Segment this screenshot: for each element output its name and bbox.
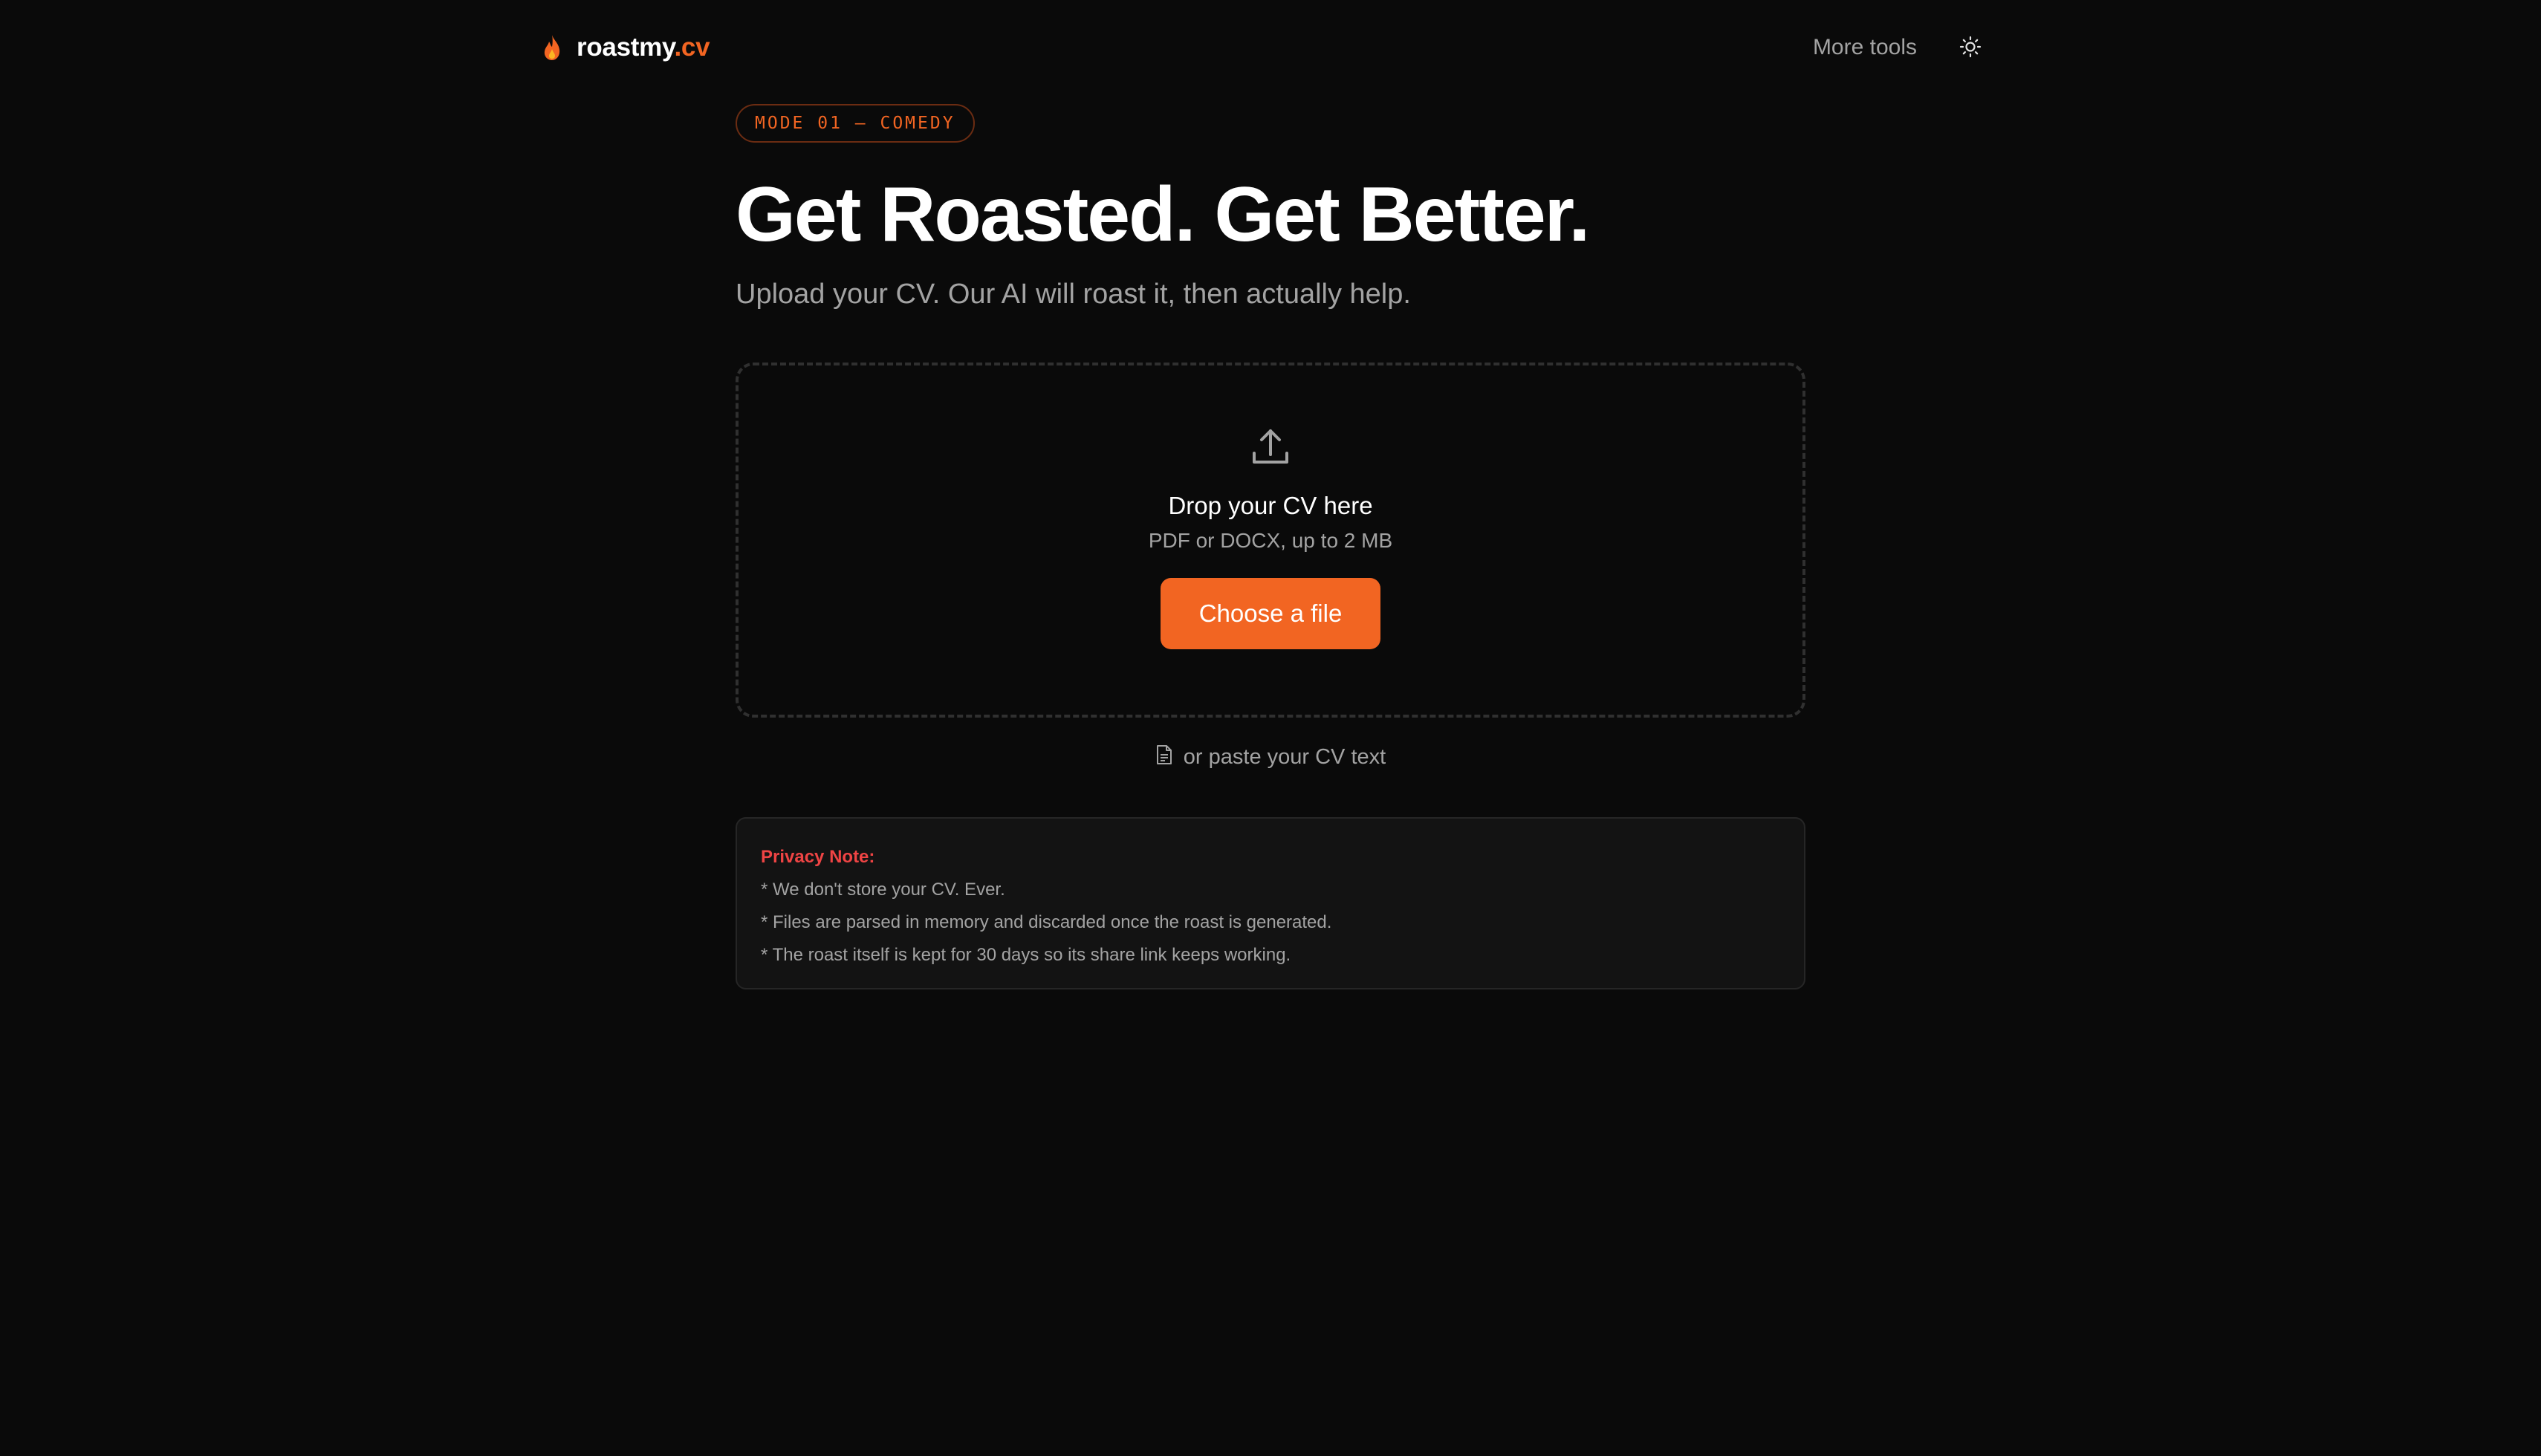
dropzone-subtitle: PDF or DOCX, up to 2 MB [1148,528,1393,552]
brand-name-tld: .cv [674,33,710,62]
choose-file-button[interactable]: Choose a file [1161,577,1380,649]
privacy-note-line: * The roast itself is kept for 30 days s… [761,944,1291,965]
main-content: MODE 01 — COMEDY Get Roasted. Get Better… [736,104,1805,989]
privacy-note-title: Privacy Note: [761,846,875,867]
privacy-note: Privacy Note: * We don't store your CV. … [736,816,1805,989]
cv-dropzone[interactable]: Drop your CV here PDF or DOCX, up to 2 M… [736,362,1805,718]
mode-badge: MODE 01 — COMEDY [736,104,975,143]
header-actions: More tools [1813,31,1987,64]
flame-icon [542,34,562,61]
more-tools-link[interactable]: More tools [1813,35,1917,60]
sun-icon [1959,36,1982,60]
theme-toggle-button[interactable] [1954,31,1987,64]
page-subtitle: Upload your CV. Our AI will roast it, th… [736,279,1411,311]
paste-cv-text-label: or paste your CV text [1183,745,1386,770]
page: roastmy.cv More tools MODE 01 — COMEDY G… [0,0,2541,1456]
dropzone-title: Drop your CV here [1168,491,1373,519]
upload-icon [1248,425,1293,469]
page-title: Get Roasted. Get Better. [736,172,1590,258]
paste-cv-text-link[interactable]: or paste your CV text [736,744,1805,771]
document-icon [1155,744,1173,771]
brand-name: roastmy.cv [577,33,710,62]
brand-logo-link[interactable]: roastmy.cv [542,33,710,62]
brand-name-main: roastmy [577,33,675,62]
privacy-note-line: * Files are parsed in memory and discard… [761,911,1332,932]
privacy-note-line: * We don't store your CV. Ever. [761,879,1005,900]
top-nav: roastmy.cv More tools [542,24,1987,71]
